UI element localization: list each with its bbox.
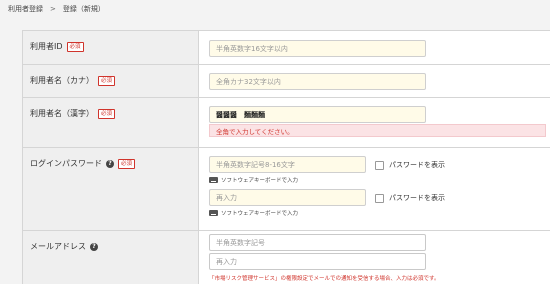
password-row: ログインパスワード ? 必須 半角英数字記号8-16文字 パスワードを表示 ソフ… — [23, 148, 550, 231]
name-kanji-input[interactable]: 醤醤醤 麵麵麵 — [209, 106, 426, 123]
email-input[interactable]: 半角英数字記号 — [209, 234, 426, 251]
password-confirm-keyboard-hint[interactable]: ソフトウェアキーボードで入力 — [209, 209, 298, 217]
email-note: 「市場リスク管理サービス」の権限設定でメールでの通知を受信する場合、入力は必須で… — [209, 276, 440, 282]
breadcrumb-parent[interactable]: 利用者登録 — [8, 4, 43, 14]
email-confirm-input[interactable]: 再入力 — [209, 253, 426, 270]
required-badge: 必須 — [66, 41, 84, 52]
required-badge: 必須 — [98, 108, 116, 119]
user-id-input[interactable]: 半角英数字16文字以内 — [209, 40, 426, 57]
breadcrumb: 利用者登録 > 登録（新規） — [8, 0, 105, 18]
help-icon[interactable]: ? — [106, 159, 114, 168]
registration-form: 利用者ID 必須 半角英数字16文字以内 利用者名（カナ） 必須 全角カナ32文… — [22, 30, 550, 284]
name-kanji-label: 利用者名（漢字） 必須 — [30, 108, 116, 119]
help-icon[interactable]: ? — [90, 242, 98, 251]
label-cell: メールアドレス ? — [23, 231, 199, 284]
email-label: メールアドレス ? — [30, 241, 98, 252]
name-kanji-error: 全角で入力してください。 — [209, 124, 546, 137]
show-password-label: パスワードを表示 — [389, 161, 445, 169]
breadcrumb-current: 登録（新規） — [62, 5, 105, 13]
show-password-toggle[interactable]: パスワードを表示 — [375, 160, 445, 170]
required-badge: 必須 — [98, 75, 116, 86]
password-label: ログインパスワード ? 必須 — [30, 158, 136, 169]
email-row: メールアドレス ? 半角英数字記号 再入力 「市場リスク管理サービス」の権限設定… — [23, 231, 550, 284]
name-kana-input[interactable]: 全角カナ32文字以内 — [209, 73, 426, 90]
keyboard-icon[interactable] — [209, 177, 218, 183]
user-id-row: 利用者ID 必須 半角英数字16文字以内 — [23, 31, 550, 65]
label-cell: ログインパスワード ? 必須 — [23, 148, 199, 230]
required-badge: 必須 — [118, 158, 136, 169]
label-cell: 利用者名（カナ） 必須 — [23, 65, 199, 97]
show-password-checkbox[interactable] — [375, 160, 384, 170]
name-kana-label: 利用者名（カナ） 必須 — [30, 75, 116, 86]
label-cell: 利用者ID 必須 — [23, 31, 199, 64]
password-confirm-input[interactable]: 再入力 — [209, 189, 366, 206]
user-id-label: 利用者ID 必須 — [30, 41, 84, 52]
name-kana-row: 利用者名（カナ） 必須 全角カナ32文字以内 — [23, 65, 550, 98]
password-keyboard-hint[interactable]: ソフトウェアキーボードで入力 — [209, 176, 298, 184]
name-kanji-row: 利用者名（漢字） 必須 醤醤醤 麵麵麵 全角で入力してください。 — [23, 98, 550, 148]
keyboard-icon[interactable] — [209, 210, 218, 216]
label-cell: 利用者名（漢字） 必須 — [23, 98, 199, 147]
show-password-confirm-label: パスワードを表示 — [389, 194, 445, 202]
show-password-confirm-toggle[interactable]: パスワードを表示 — [375, 193, 445, 203]
show-password-confirm-checkbox[interactable] — [375, 193, 384, 203]
password-input[interactable]: 半角英数字記号8-16文字 — [209, 156, 366, 173]
breadcrumb-separator: > — [50, 5, 56, 13]
